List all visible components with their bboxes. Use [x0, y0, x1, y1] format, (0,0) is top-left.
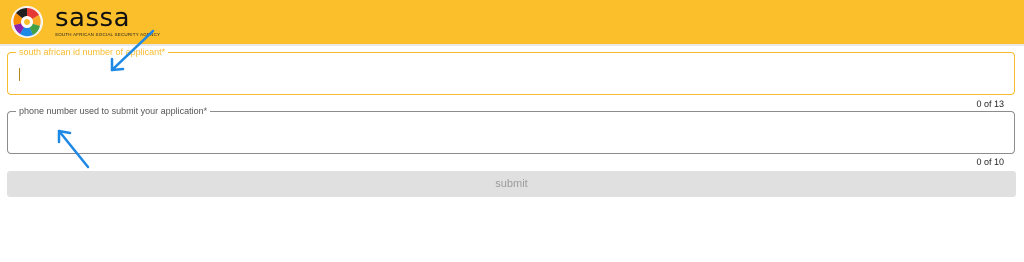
- text-caret: [19, 68, 20, 81]
- sassa-emblem-icon: [11, 6, 43, 38]
- phone-number-counter: 0 of 10: [976, 157, 1004, 167]
- brand-tagline: SOUTH AFRICAN SOCIAL SECURITY AGENCY: [55, 32, 161, 37]
- phone-number-field[interactable]: phone number used to submit your applica…: [7, 105, 1015, 154]
- id-number-field[interactable]: south african id number of applicant*: [7, 46, 1015, 95]
- id-number-counter: 0 of 13: [976, 99, 1004, 109]
- phone-number-label: phone number used to submit your applica…: [16, 105, 211, 117]
- phone-number-input[interactable]: [18, 122, 998, 144]
- id-number-label: south african id number of applicant*: [16, 46, 169, 58]
- brand-name: sassa: [55, 3, 131, 33]
- id-number-input[interactable]: [18, 63, 998, 85]
- app-header: sassa SOUTH AFRICAN SOCIAL SECURITY AGEN…: [0, 0, 1024, 44]
- submit-button[interactable]: submit: [7, 171, 1016, 197]
